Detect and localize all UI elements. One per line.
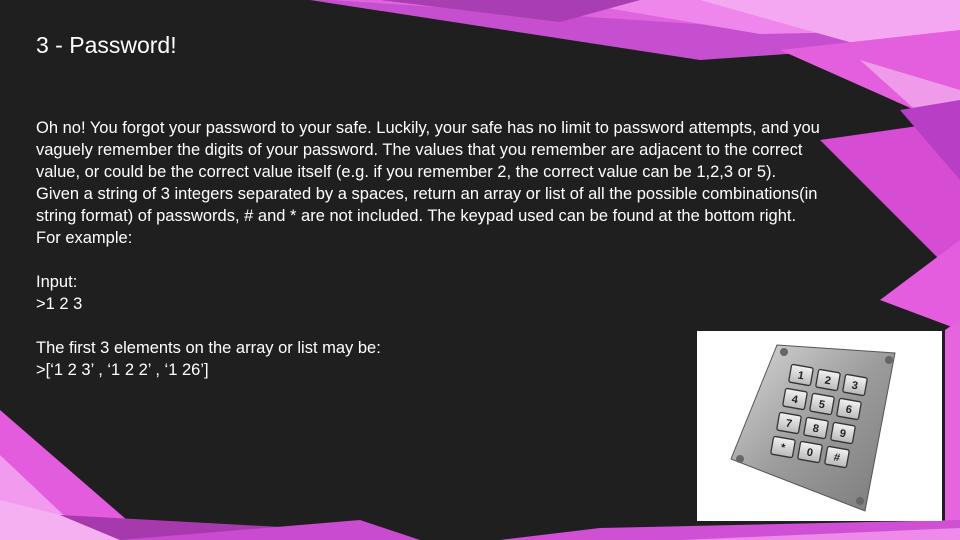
- paragraph-task: Given a string of 3 integers separated b…: [36, 185, 818, 225]
- keypad-key-0: 0: [797, 440, 823, 464]
- keypad-key-4: 4: [782, 387, 808, 411]
- keypad-illustration: 1 2 3 4 5 6 7 8 9 * 0 #: [730, 344, 896, 512]
- paragraph-intro: Oh no! You forgot your password to your …: [36, 119, 820, 181]
- keypad-key-6: 6: [836, 397, 862, 421]
- keypad-key-hash: #: [824, 445, 850, 469]
- keypad-key-7: 7: [776, 411, 802, 435]
- keypad-key-star: *: [770, 435, 796, 459]
- keypad-key-3: 3: [842, 373, 868, 397]
- screw: [780, 348, 788, 356]
- screw: [885, 356, 893, 364]
- screw: [736, 455, 744, 463]
- keypad-key-8: 8: [803, 416, 829, 440]
- keypad-key-5: 5: [809, 392, 835, 416]
- screw: [856, 497, 864, 505]
- slide: 3 - Password! Oh no! You forgot your pas…: [0, 0, 960, 540]
- paragraph-example-heading: For example:: [36, 229, 133, 247]
- keypad-image: 1 2 3 4 5 6 7 8 9 * 0 #: [697, 331, 942, 521]
- keypad-key-1: 1: [788, 363, 814, 387]
- keypad-key-2: 2: [815, 368, 841, 392]
- input-label: Input:: [36, 273, 78, 291]
- keypad-key-9: 9: [830, 421, 856, 445]
- input-value: >1 2 3: [36, 295, 83, 313]
- slide-title: 3 - Password!: [36, 32, 177, 58]
